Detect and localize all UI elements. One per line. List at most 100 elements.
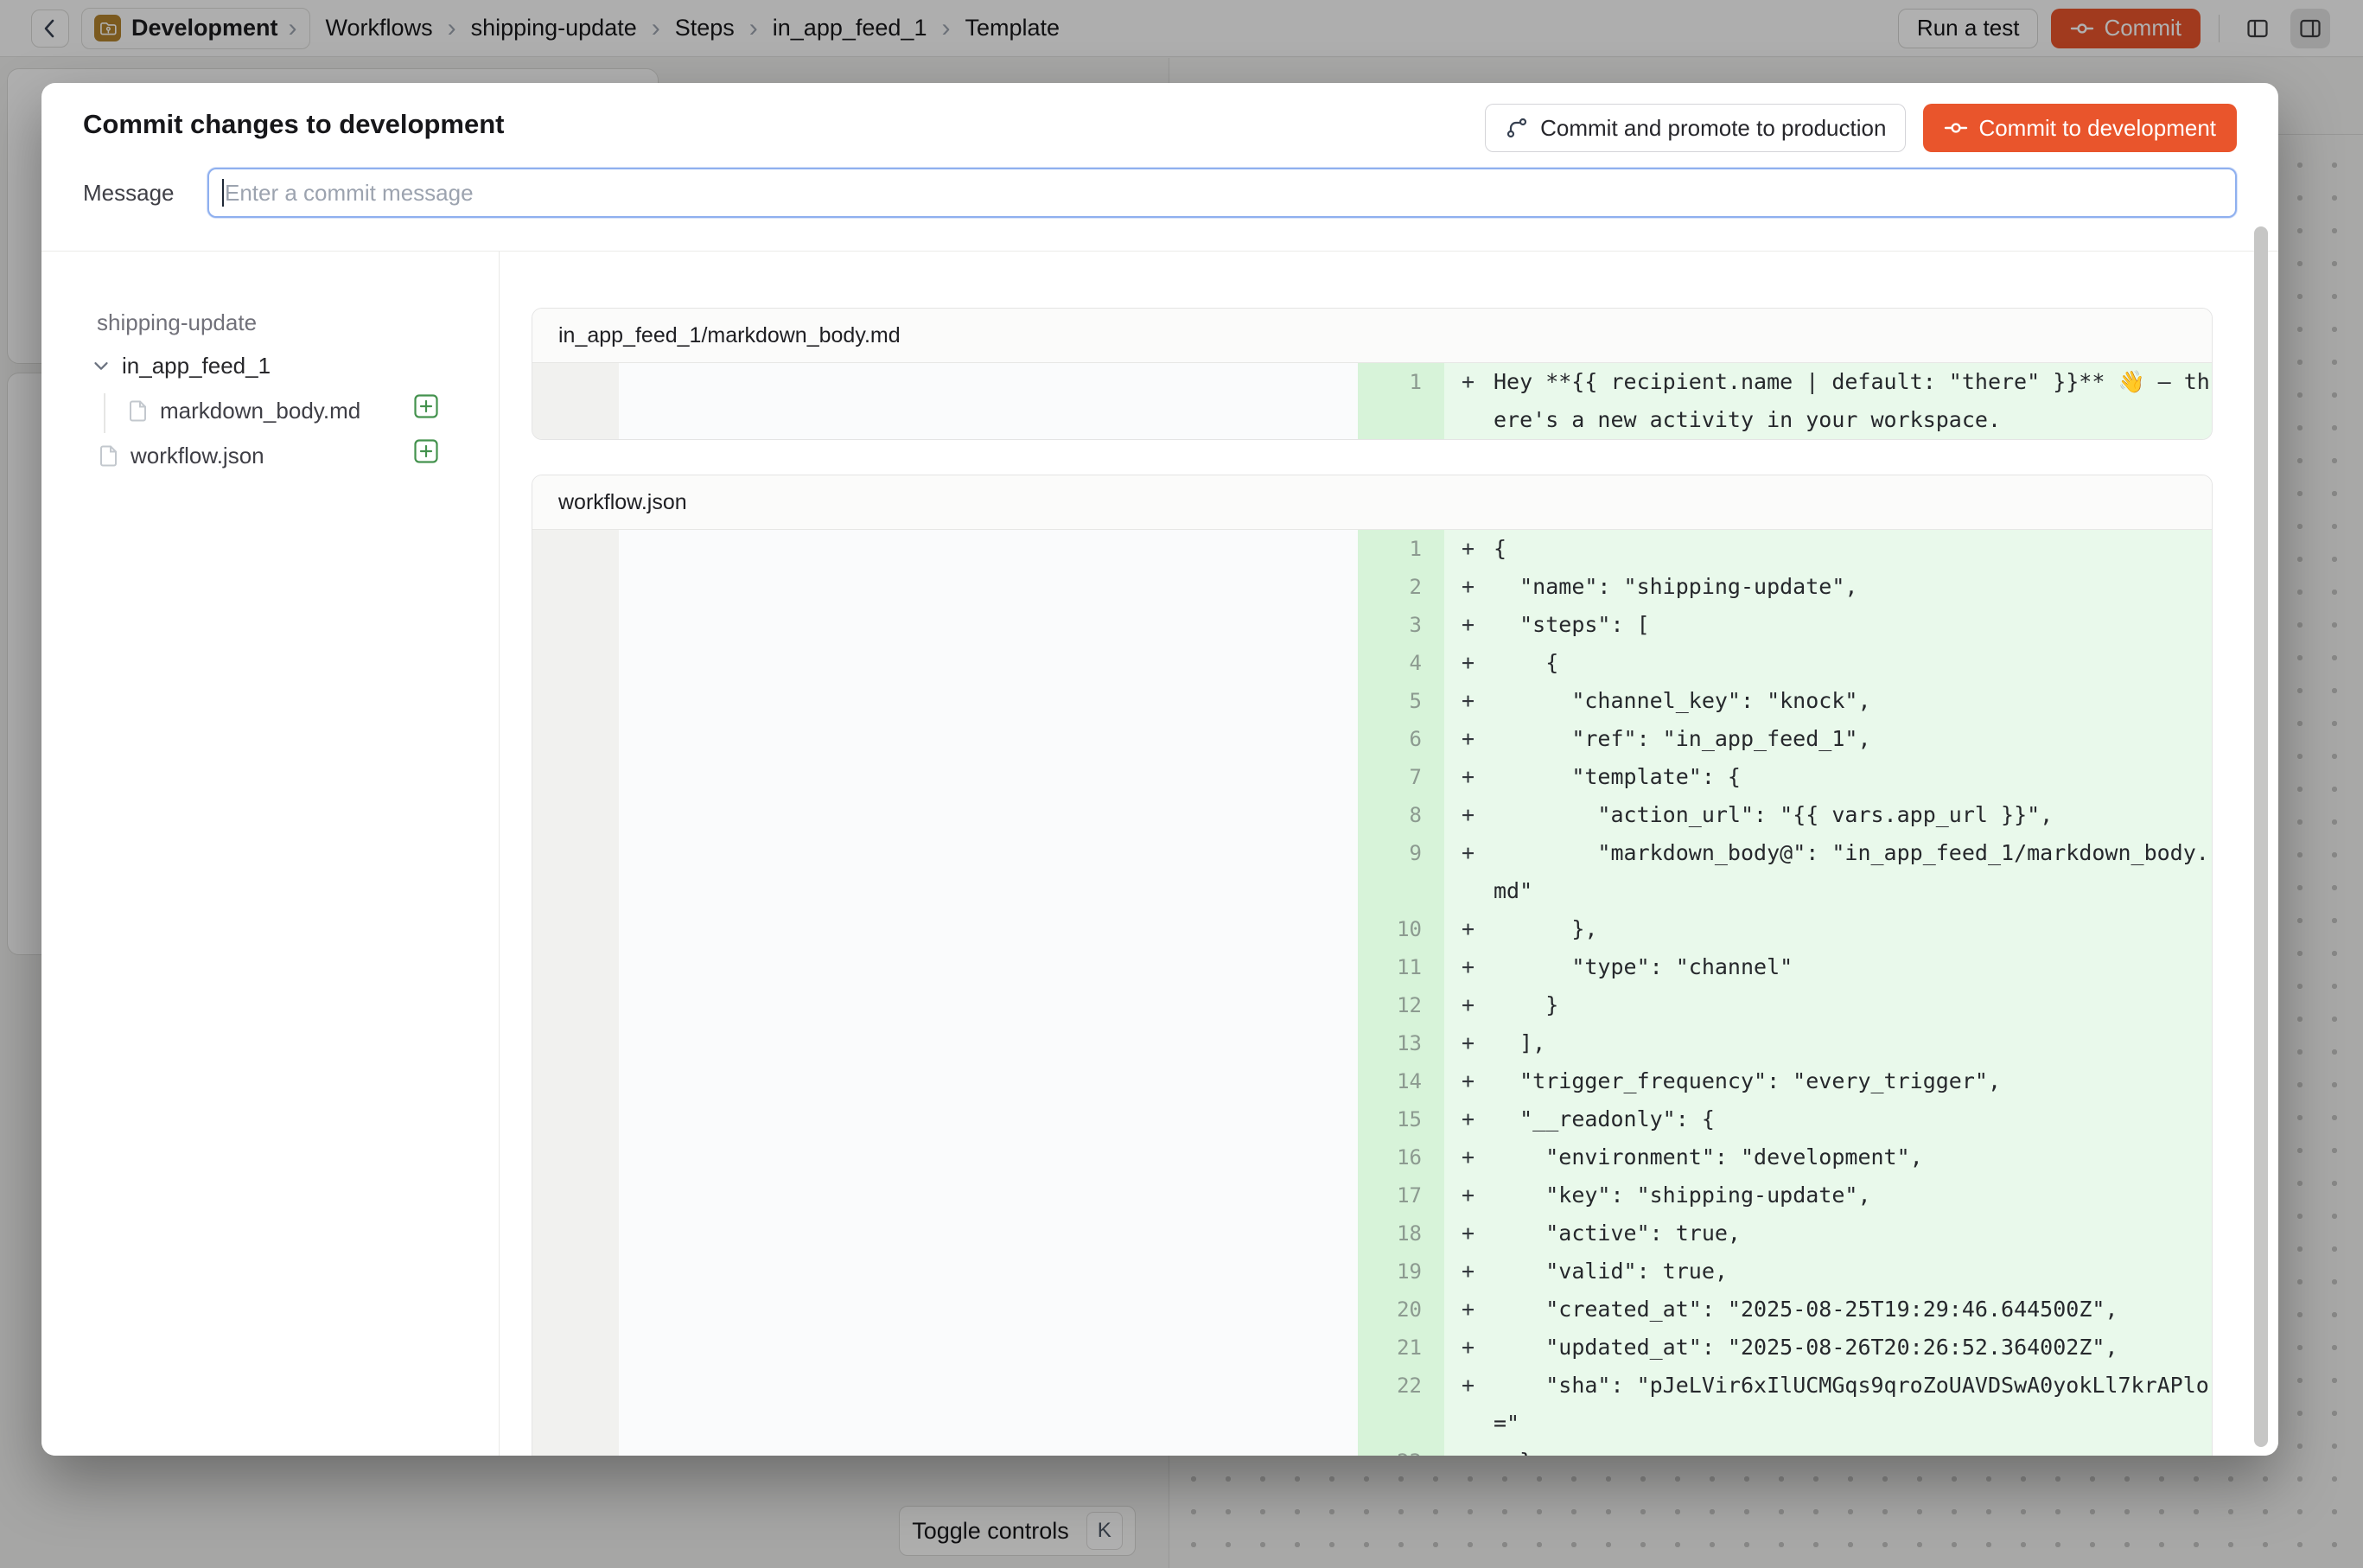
code-text: } [1494,1443,2212,1456]
new-line-number: 1 [1358,363,1444,439]
old-content [619,1176,1358,1214]
old-gutter [532,682,619,720]
new-content: + "active": true, [1444,1214,2212,1252]
code-text: "name": "shipping-update", [1494,568,2212,606]
tree-group-step[interactable]: in_app_feed_1 [90,348,271,383]
message-label: Message [83,180,207,207]
tree-file-markdown-body[interactable]: markdown_body.md [126,393,360,428]
diff-plus-sign: + [1462,606,1494,644]
old-gutter [532,796,619,834]
diff-line: 22+ "sha": "pJeLVir6xIlUCMGqs9qroZoUAVDS… [532,1367,2212,1443]
modal-scrollbar-thumb[interactable] [2254,226,2268,1447]
old-content [619,834,1358,910]
diff-line: 1+Hey **{{ recipient.name | default: "th… [532,363,2212,439]
diff-body: 1+{2+ "name": "shipping-update",3+ "step… [532,530,2212,1456]
new-line-number: 4 [1358,644,1444,682]
code-text: { [1494,530,2212,568]
old-content [619,530,1358,568]
old-content [619,1138,1358,1176]
old-gutter [532,1100,619,1138]
new-content: + "channel_key": "knock", [1444,682,2212,720]
new-content: + "template": { [1444,758,2212,796]
changed-files-tree: shipping-update in_app_feed_1 markdown_b… [41,252,500,1456]
old-content [619,796,1358,834]
commit-message-input[interactable] [207,168,2237,218]
diff-plus-sign: + [1462,758,1494,796]
tree-file-workflow-json[interactable]: workflow.json [97,438,264,473]
modal-title: Commit changes to development [83,109,504,140]
diff-plus-sign: + [1462,1176,1494,1214]
old-content [619,910,1358,948]
code-text: "steps": [ [1494,606,2212,644]
new-line-number: 2 [1358,568,1444,606]
diff-plus-sign: + [1462,1291,1494,1329]
diff-plus-sign: + [1462,1367,1494,1443]
commit-message-row: Message [83,168,2237,218]
message-input-wrap [207,168,2237,218]
new-content: + "key": "shipping-update", [1444,1176,2212,1214]
diff-line: 16+ "environment": "development", [532,1138,2212,1176]
new-content: + "name": "shipping-update", [1444,568,2212,606]
diff-plus-sign: + [1462,363,1494,439]
new-line-number: 17 [1358,1176,1444,1214]
new-content: + "markdown_body@": "in_app_feed_1/markd… [1444,834,2212,910]
code-text: { [1494,644,2212,682]
new-line-number: 18 [1358,1214,1444,1252]
new-line-number: 16 [1358,1138,1444,1176]
diff-line: 15+ "__readonly": { [532,1100,2212,1138]
old-gutter [532,1443,619,1456]
file-icon [126,398,150,423]
new-line-number: 7 [1358,758,1444,796]
new-content: + "valid": true, [1444,1252,2212,1291]
tree-root-workflow[interactable]: shipping-update [97,305,257,340]
diff-line: 7+ "template": { [532,758,2212,796]
old-gutter [532,606,619,644]
code-text: "__readonly": { [1494,1100,2212,1138]
new-line-number: 3 [1358,606,1444,644]
new-content: + "updated_at": "2025-08-26T20:26:52.364… [1444,1329,2212,1367]
diff-line: 3 + "steps": [ [532,606,2212,644]
old-gutter [532,1329,619,1367]
diff-panel-markdown-body: in_app_feed_1/markdown_body.md 1+Hey **{… [532,308,2213,440]
new-line-number: 21 [1358,1329,1444,1367]
new-content: + "__readonly": { [1444,1100,2212,1138]
old-gutter [532,363,619,439]
old-content [619,1214,1358,1252]
new-content: + "trigger_frequency": "every_trigger", [1444,1062,2212,1100]
diff-plus-sign: + [1462,1138,1494,1176]
diff-line: 19+ "valid": true, [532,1252,2212,1291]
commit-and-promote-button[interactable]: Commit and promote to production [1485,104,1906,152]
diff-plus-sign: + [1462,1252,1494,1291]
diff-plus-sign: + [1462,1062,1494,1100]
new-content: + { [1444,644,2212,682]
new-content: + "type": "channel" [1444,948,2212,986]
old-content [619,1367,1358,1443]
diff-line: 17+ "key": "shipping-update", [532,1176,2212,1214]
old-gutter [532,1367,619,1443]
diff-plus-sign: + [1462,1100,1494,1138]
modal-body: shipping-update in_app_feed_1 markdown_b… [41,252,2278,1456]
diff-plus-sign: + [1462,948,1494,986]
text-cursor [222,179,224,207]
diff-added-icon[interactable] [413,438,439,464]
old-content [619,644,1358,682]
diff-plus-sign: + [1462,1214,1494,1252]
new-line-number: 15 [1358,1100,1444,1138]
new-line-number: 1 [1358,530,1444,568]
new-line-number: 23 [1358,1443,1444,1456]
new-line-number: 14 [1358,1062,1444,1100]
diff-added-icon[interactable] [413,393,439,419]
diff-line: 23+ } [532,1443,2212,1456]
tree-root-label: shipping-update [97,309,257,336]
old-content [619,682,1358,720]
commit-to-development-button[interactable]: Commit to development [1923,104,2237,152]
modal-actions: Commit and promote to production Commit … [1485,104,2237,152]
old-gutter [532,1176,619,1214]
diff-line: 5+ "channel_key": "knock", [532,682,2212,720]
diff-file-name: workflow.json [532,475,2212,530]
code-text: "type": "channel" [1494,948,2212,986]
code-text: "template": { [1494,758,2212,796]
modal-header: Commit changes to development Commit and… [41,83,2278,252]
old-content [619,1329,1358,1367]
code-text: "ref": "in_app_feed_1", [1494,720,2212,758]
